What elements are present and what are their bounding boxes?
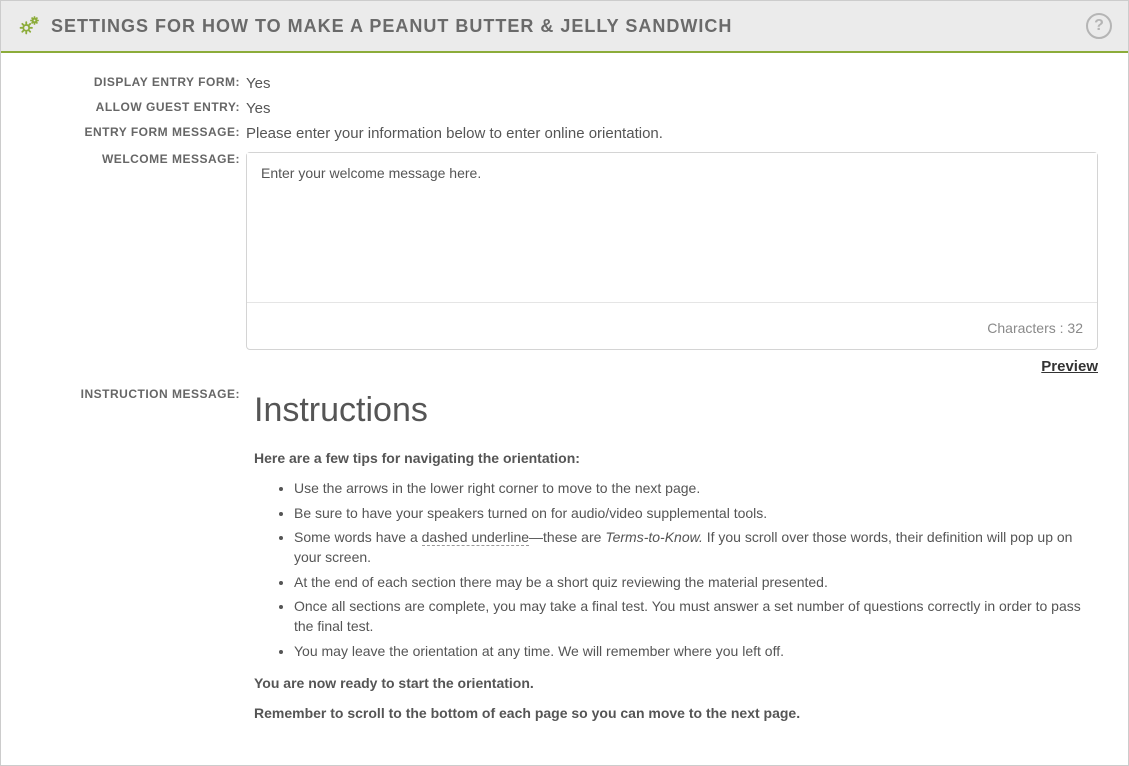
instruction-tip: Once all sections are complete, you may …	[294, 596, 1090, 637]
instruction-tip: Use the arrows in the lower right corner…	[294, 478, 1090, 498]
instruction-tip: Be sure to have your speakers turned on …	[294, 503, 1090, 523]
label-display-entry-form: DISPLAY ENTRY FORM:	[21, 73, 246, 89]
content-area: DISPLAY ENTRY FORM: Yes ALLOW GUEST ENTR…	[1, 53, 1128, 765]
row-display-entry-form: DISPLAY ENTRY FORM: Yes	[21, 73, 1098, 94]
value-display-entry-form: Yes	[246, 73, 1098, 94]
value-entry-form-message: Please enter your information below to e…	[246, 123, 1098, 144]
instruction-content: Instructions Here are a few tips for nav…	[246, 385, 1098, 742]
row-instruction-message: INSTRUCTION MESSAGE: Instructions Here a…	[21, 385, 1098, 742]
panel-header: SETTINGS FOR HOW TO MAKE A PEANUT BUTTER…	[1, 1, 1128, 53]
instruction-tip: Some words have a dashed underline—these…	[294, 527, 1090, 568]
instructions-heading: Instructions	[254, 387, 1090, 435]
row-welcome-message: WELCOME MESSAGE: Characters : 32 Preview	[21, 150, 1098, 381]
value-allow-guest-entry: Yes	[246, 98, 1098, 119]
dashed-underline-term: dashed underline	[422, 529, 529, 546]
instruction-tip: You may leave the orientation at any tim…	[294, 641, 1090, 661]
preview-link[interactable]: Preview	[1041, 356, 1098, 377]
settings-panel: SETTINGS FOR HOW TO MAKE A PEANUT BUTTER…	[0, 0, 1129, 766]
instruction-tip: At the end of each section there may be …	[294, 572, 1090, 592]
page-title: SETTINGS FOR HOW TO MAKE A PEANUT BUTTER…	[51, 16, 1086, 37]
welcome-message-box: Characters : 32	[246, 152, 1098, 350]
label-allow-guest-entry: ALLOW GUEST ENTRY:	[21, 98, 246, 114]
row-allow-guest-entry: ALLOW GUEST ENTRY: Yes	[21, 98, 1098, 119]
settings-gears-icon	[17, 14, 41, 38]
label-instruction-message: INSTRUCTION MESSAGE:	[21, 385, 246, 401]
terms-to-know: Terms-to-Know.	[605, 529, 703, 545]
welcome-char-counter: Characters : 32	[247, 309, 1097, 349]
instructions-tips-list: Use the arrows in the lower right corner…	[254, 478, 1090, 660]
label-entry-form-message: ENTRY FORM MESSAGE:	[21, 123, 246, 139]
instructions-outro-2: Remember to scroll to the bottom of each…	[254, 703, 1090, 723]
help-icon[interactable]: ?	[1086, 13, 1112, 39]
instructions-outro-1: You are now ready to start the orientati…	[254, 673, 1090, 693]
label-welcome-message: WELCOME MESSAGE:	[21, 150, 246, 166]
instructions-intro: Here are a few tips for navigating the o…	[254, 448, 1090, 468]
welcome-message-input[interactable]	[247, 153, 1097, 303]
row-entry-form-message: ENTRY FORM MESSAGE: Please enter your in…	[21, 123, 1098, 144]
